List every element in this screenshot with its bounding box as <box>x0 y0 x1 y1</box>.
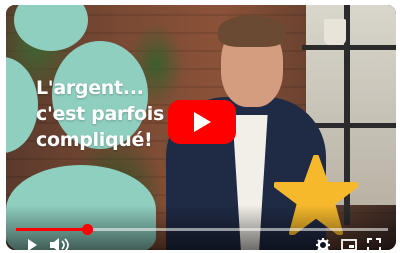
progress-bar[interactable] <box>16 224 388 235</box>
play-icon <box>28 239 37 250</box>
play-button[interactable] <box>168 100 236 144</box>
progress-fill <box>16 228 87 231</box>
miniplayer-icon <box>341 239 357 250</box>
play-control-button[interactable] <box>24 237 40 250</box>
video-title-overlay: L'argent... c'est parfois compliqué! <box>36 77 165 151</box>
miniplayer-button[interactable] <box>340 237 358 250</box>
progress-handle[interactable] <box>81 224 93 235</box>
play-icon <box>194 112 211 132</box>
plant-pot <box>324 19 346 45</box>
video-player[interactable]: L'argent... c'est parfois compliqué! <box>6 5 396 250</box>
gear-icon <box>316 238 330 250</box>
fullscreen-button[interactable] <box>366 237 382 250</box>
shelf <box>302 45 396 50</box>
volume-icon <box>50 238 69 250</box>
volume-button[interactable] <box>46 237 76 250</box>
settings-button[interactable] <box>315 237 331 250</box>
presenter-hair <box>218 15 286 47</box>
fullscreen-icon <box>367 238 381 250</box>
